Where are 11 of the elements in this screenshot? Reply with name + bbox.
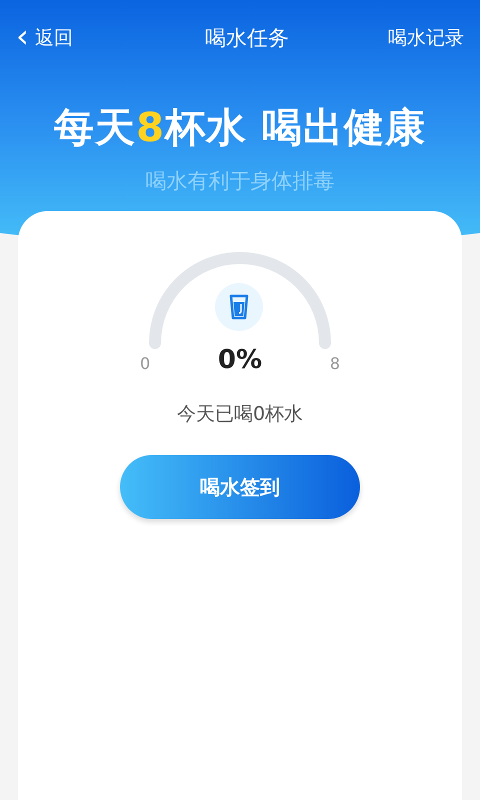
gauge-max-label: 8 (330, 354, 340, 375)
percent-value: 0% (218, 345, 262, 375)
headline: 每天8杯水 喝出健康 (53, 104, 427, 153)
check-in-button[interactable]: 喝水签到 (120, 455, 360, 519)
gauge-min-label: 0 (140, 354, 150, 375)
back-button[interactable]: ‹ 返回 (16, 24, 106, 52)
cups-today-text: 今天已喝0杯水 (176, 402, 304, 427)
cup-icon (215, 283, 263, 331)
page-title: 喝水任务 (205, 25, 289, 52)
subtitle: 喝水有利于身体排毒 (144, 168, 336, 195)
drink-record-link[interactable]: 喝水记录 (388, 25, 464, 51)
